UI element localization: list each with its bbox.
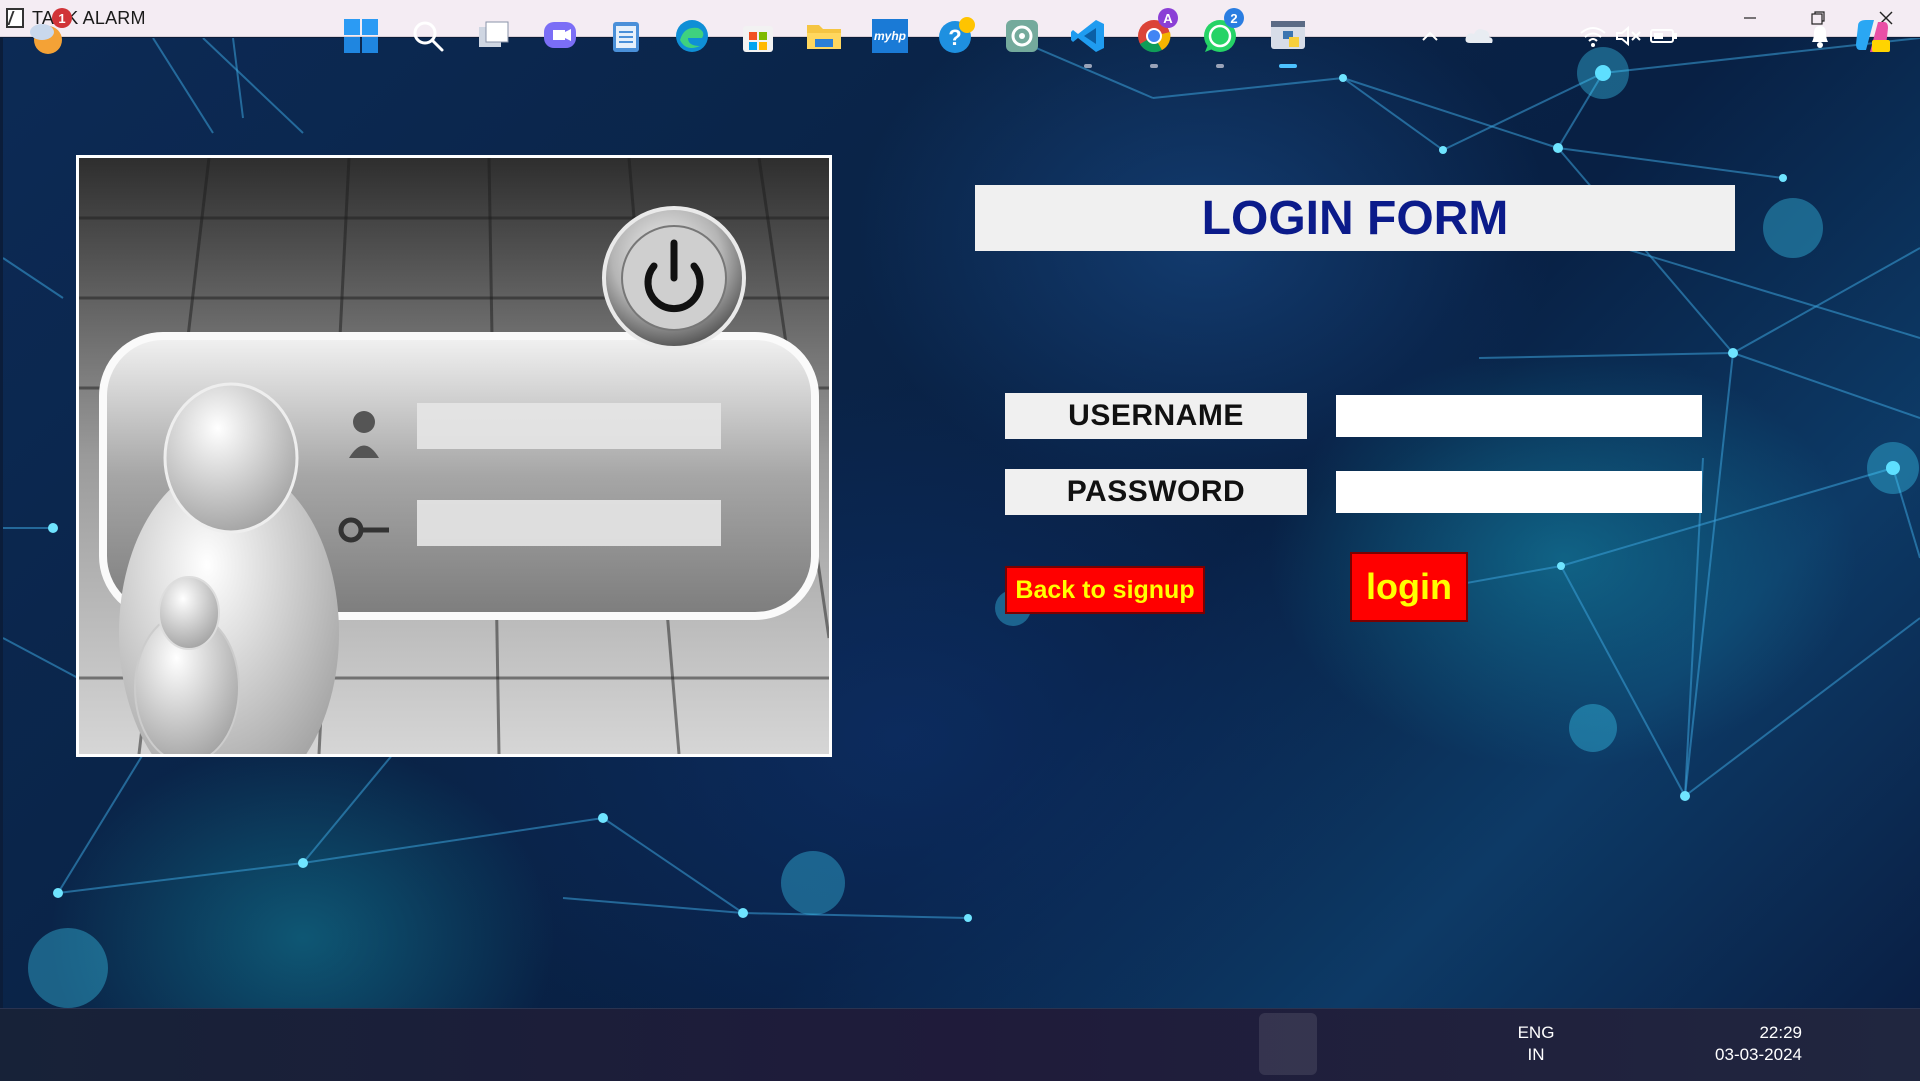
cloud-icon	[1465, 29, 1493, 43]
password-input[interactable]	[1336, 471, 1702, 513]
teams-chat-button[interactable]	[538, 14, 582, 58]
get-help-button[interactable]: ?	[934, 14, 978, 58]
taskbar	[0, 1008, 1920, 1081]
edge-icon	[676, 20, 708, 52]
chrome-profile-badge: A	[1158, 8, 1178, 28]
speaker-muted-icon	[1616, 25, 1641, 47]
chat-icon	[544, 22, 576, 48]
python-idle-icon	[1271, 21, 1305, 49]
minimize-button[interactable]	[1716, 0, 1784, 36]
weather-badge: 1	[52, 8, 72, 28]
app-icon	[6, 8, 24, 28]
app-window-content: LOGIN FORM USERNAME PASSWORD Back to sig…	[3, 38, 1920, 1008]
edge-browser-button[interactable]	[670, 14, 714, 58]
login-illustration	[76, 155, 832, 757]
active-indicator	[1279, 64, 1297, 68]
help-icon: ?	[939, 17, 975, 53]
clock-time: 22:29	[1759, 1023, 1802, 1042]
myhp-button[interactable]: myhp	[868, 14, 912, 58]
copilot-icon	[1856, 20, 1890, 52]
back-to-signup-button[interactable]: Back to signup	[1005, 566, 1205, 614]
username-label: USERNAME	[1005, 393, 1307, 439]
svg-text:?: ?	[948, 25, 961, 50]
task-view-button[interactable]	[472, 14, 516, 58]
login-button[interactable]: login	[1350, 552, 1468, 622]
search-icon	[413, 21, 444, 52]
microsoft-store-button[interactable]	[736, 14, 780, 58]
file-explorer-button[interactable]	[802, 14, 846, 58]
vscode-icon	[1071, 20, 1104, 52]
running-indicator	[1150, 64, 1158, 68]
region-code: IN	[1527, 1045, 1545, 1064]
language-code: ENG	[1517, 1023, 1555, 1042]
chevron-up-icon	[1422, 31, 1438, 41]
language-indicator[interactable]: ENG IN	[1508, 1022, 1564, 1066]
search-button[interactable]	[406, 14, 450, 58]
show-hidden-icons-button[interactable]	[1408, 14, 1452, 58]
running-indicator	[1084, 64, 1092, 68]
task-view-icon	[479, 21, 509, 47]
python-app-button[interactable]	[1266, 14, 1310, 68]
notifications-button[interactable]	[1798, 14, 1842, 58]
folder-icon	[807, 25, 841, 49]
clock-date: 03-03-2024	[1715, 1045, 1802, 1064]
clock[interactable]: 22:29 03-03-2024	[1694, 1022, 1802, 1066]
battery-status[interactable]	[1642, 14, 1686, 58]
whatsapp-button[interactable]: 2	[1198, 8, 1244, 68]
notepad-icon	[613, 22, 639, 52]
whatsapp-badge: 2	[1224, 8, 1244, 28]
windows-start-icon	[344, 19, 378, 53]
login-form-title: LOGIN FORM	[975, 185, 1735, 251]
chatgpt-icon	[1006, 20, 1038, 52]
chrome-button[interactable]: A	[1132, 8, 1178, 68]
myhp-icon: myhp	[872, 19, 908, 53]
vscode-button[interactable]	[1066, 14, 1110, 68]
store-icon	[743, 26, 773, 52]
bell-icon	[1812, 26, 1828, 48]
battery-icon	[1650, 29, 1677, 43]
username-input[interactable]	[1336, 395, 1702, 437]
login-illustration-graphic	[79, 158, 829, 754]
password-label: PASSWORD	[1005, 469, 1307, 515]
active-app-highlight	[1259, 1013, 1317, 1075]
onedrive-button[interactable]	[1457, 14, 1501, 58]
chatgpt-button[interactable]	[1000, 14, 1044, 58]
start-button[interactable]	[339, 14, 383, 58]
wifi-icon	[1580, 27, 1606, 47]
notepad-button[interactable]	[604, 14, 648, 58]
copilot-button[interactable]	[1850, 14, 1894, 58]
minimize-icon	[1744, 17, 1756, 19]
running-indicator	[1216, 64, 1224, 68]
weather-widget[interactable]: 1	[26, 8, 72, 58]
